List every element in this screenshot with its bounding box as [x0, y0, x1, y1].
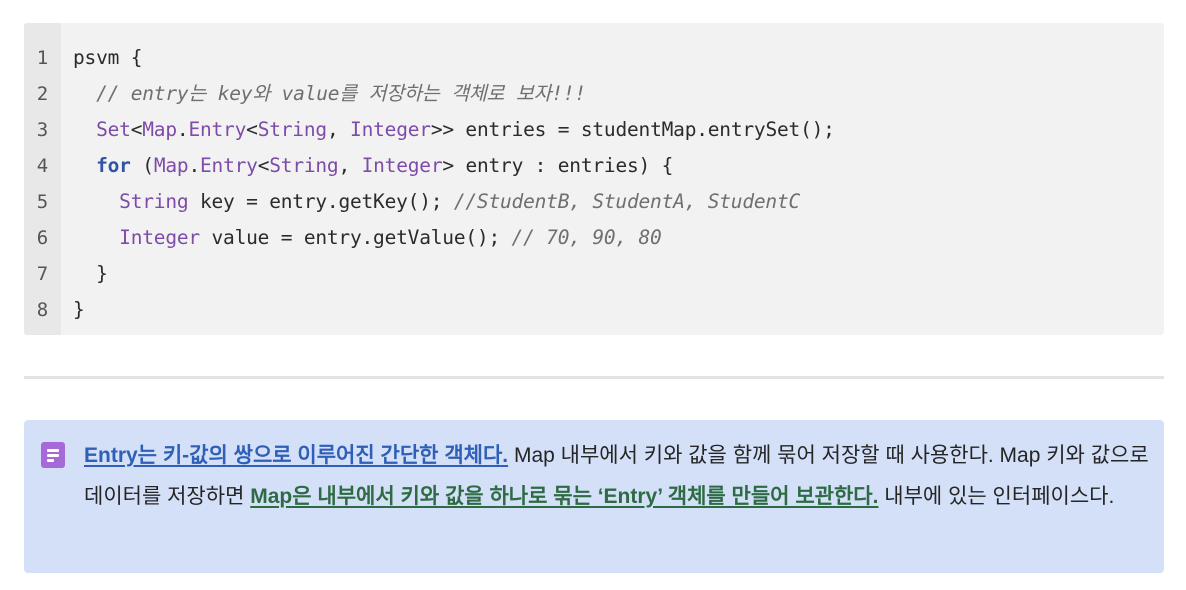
code-text: . — [188, 154, 200, 177]
code-text: < — [246, 118, 258, 141]
code-type: String — [257, 118, 327, 141]
code-type: Map — [142, 118, 177, 141]
code-type: Integer — [361, 154, 443, 177]
code-type: Set — [96, 118, 131, 141]
callout-box: Entry는 키-값의 쌍으로 이루어진 간단한 객체다. Map 내부에서 키… — [24, 420, 1164, 573]
code-text: , — [326, 118, 351, 141]
code-line: // entry는 key와 value를 저장하는 객체로 보자!!! — [73, 76, 1164, 112]
document-icon — [41, 442, 65, 468]
code-line: Integer value = entry.getValue(); // 70,… — [73, 220, 1164, 256]
callout-body-2: 내부에 있는 인터페이스다. — [878, 485, 1115, 508]
line-number: 3 — [36, 119, 49, 141]
code-line: Set<Map.Entry<String, Integer>> entries … — [73, 112, 1164, 148]
line-number: 5 — [36, 191, 49, 213]
code-text: . — [176, 118, 189, 141]
code-line: } — [73, 256, 1164, 292]
code-type: Entry — [188, 118, 247, 141]
code-text: } — [73, 298, 85, 321]
callout-text: Entry는 키-값의 쌍으로 이루어진 간단한 객체다. Map 내부에서 키… — [84, 435, 1149, 517]
code-type: Map — [153, 154, 189, 177]
code-block: 1 2 3 4 5 6 7 8 psvm { // entry는 key와 value를 저장… — [24, 23, 1164, 335]
code-line: } — [73, 292, 1164, 328]
code-type: Entry — [199, 154, 258, 177]
code-text: psvm { — [73, 46, 143, 69]
callout-link-entry[interactable]: Entry는 키-값의 쌍으로 이루어진 간단한 객체다. — [84, 444, 508, 467]
code-type: String — [269, 154, 339, 177]
line-number: 7 — [36, 263, 49, 285]
code-text: >> entries = studentMap.entrySet(); — [430, 118, 835, 141]
line-number: 8 — [36, 299, 49, 321]
code-type: Integer — [119, 226, 200, 249]
code-text: } — [73, 262, 108, 285]
line-number: 1 — [36, 47, 49, 69]
code-keyword: for — [96, 154, 131, 177]
code-comment: // entry는 key와 value를 저장하는 객체로 보자!!! — [96, 82, 586, 105]
code-text: > entry : entries) { — [442, 154, 674, 177]
code-comment: //StudentB, StudentA, StudentC — [453, 190, 801, 213]
line-number-gutter: 1 2 3 4 5 6 7 8 — [24, 23, 61, 335]
code-line: for (Map.Entry<String, Integer> entry : … — [73, 148, 1164, 184]
code-type: Integer — [350, 118, 431, 141]
line-number: 2 — [36, 83, 49, 105]
code-text: < — [257, 154, 270, 177]
code-content: psvm { // entry는 key와 value를 저장하는 객체로 보자… — [61, 23, 1164, 335]
code-type: String — [119, 190, 189, 213]
code-text: < — [130, 118, 143, 141]
line-number: 4 — [36, 155, 49, 177]
code-line: String key = entry.getKey(); //StudentB,… — [73, 184, 1164, 220]
horizontal-divider — [24, 376, 1164, 379]
line-number: 6 — [36, 227, 49, 249]
callout-link-map[interactable]: Map은 내부에서 키와 값을 하나로 묶는 ‘Entry’ 객체를 만들어 보… — [250, 485, 878, 508]
code-line: psvm { — [73, 40, 1164, 76]
code-comment: // 70, 90, 80 — [511, 226, 662, 249]
code-text: key = entry.getKey(); — [188, 190, 454, 213]
code-text: , — [338, 154, 362, 177]
code-text: ( — [130, 154, 154, 177]
code-text: value = entry.getValue(); — [199, 226, 512, 249]
